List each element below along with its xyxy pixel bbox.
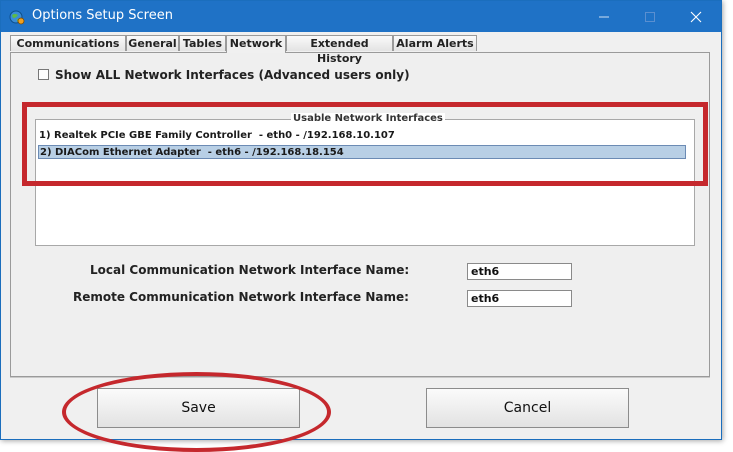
maximize-button[interactable] (627, 1, 673, 32)
cancel-button[interactable]: Cancel (426, 388, 629, 428)
minimize-button[interactable] (581, 1, 627, 32)
tab-network[interactable]: Network (226, 35, 286, 53)
list-item[interactable]: 1) Realtek PCIe GBE Family Controller - … (38, 129, 686, 143)
interfaces-group-title: Usable Network Interfaces (291, 113, 445, 124)
tab-extended-history[interactable]: Extended History (286, 35, 393, 65)
close-icon (690, 11, 702, 23)
save-button[interactable]: Save (97, 388, 300, 428)
tab-alarm-alerts[interactable]: Alarm Alerts (393, 35, 477, 51)
tab-general[interactable]: General (126, 35, 179, 51)
show-all-label[interactable]: Show ALL Network Interfaces (Advanced us… (55, 68, 410, 82)
remote-interface-label: Remote Communication Network Interface N… (73, 290, 409, 304)
divider (10, 377, 710, 378)
show-all-checkbox[interactable] (38, 69, 49, 80)
list-item[interactable]: 2) DIACom Ethernet Adapter - eth6 - /192… (38, 145, 686, 159)
remote-interface-field[interactable]: eth6 (467, 290, 572, 307)
tab-strip: Communications General Tables Network Ex… (10, 35, 710, 65)
maximize-icon (645, 12, 655, 22)
local-interface-field[interactable]: eth6 (467, 263, 572, 280)
close-button[interactable] (673, 1, 719, 32)
options-window: Options Setup Screen Communications Gene… (0, 0, 722, 440)
local-interface-label: Local Communication Network Interface Na… (90, 263, 410, 277)
minimize-icon (599, 16, 609, 18)
title-bar[interactable]: Options Setup Screen (1, 1, 721, 32)
app-globe-icon (9, 9, 25, 25)
tab-tables[interactable]: Tables (179, 35, 226, 51)
tab-communications[interactable]: Communications (10, 35, 126, 51)
window-title: Options Setup Screen (32, 8, 173, 23)
